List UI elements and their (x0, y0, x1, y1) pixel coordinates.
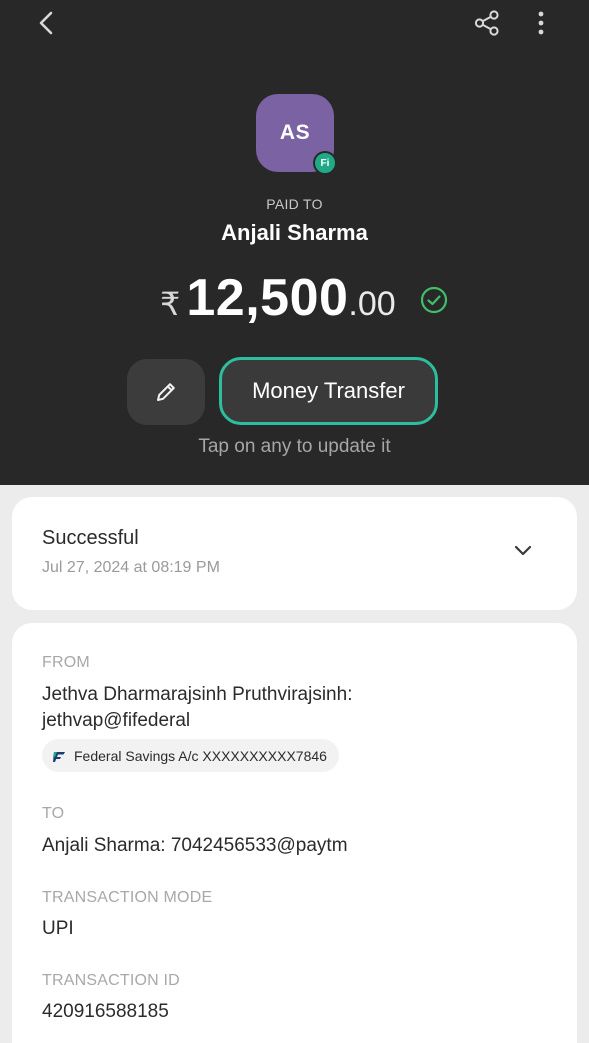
currency-symbol: ₹ (160, 286, 181, 322)
payee-name: Anjali Sharma (221, 220, 368, 245)
amount-integer: 12,500 (186, 269, 349, 327)
transaction-id-value: 420916588185 (42, 1001, 169, 1022)
from-upi-id: jethvap@fifederal (42, 710, 191, 731)
status-title: Successful (42, 527, 139, 549)
paid-to-label: PAID TO (266, 196, 323, 212)
transaction-details-card: FROM Jethva Dharmarajsinh Pruthvirajsinh… (12, 623, 577, 1043)
transaction-header: AS Fi PAID TO Anjali Sharma ₹ 12,500 .00… (0, 0, 589, 485)
check-circle-icon (420, 286, 448, 314)
amount-decimal: .00 (348, 285, 396, 323)
account-label: Federal Savings A/c XXXXXXXXXX7846 (74, 747, 327, 764)
to-value: Anjali Sharma: 7042456533@paytm (42, 835, 348, 856)
chevron-left-icon (39, 11, 53, 35)
status-card[interactable]: Successful Jul 27, 2024 at 08:19 PM (12, 497, 577, 610)
back-button[interactable] (30, 6, 64, 40)
more-options-button[interactable] (526, 6, 556, 40)
transaction-id-label: TRANSACTION ID (42, 972, 180, 989)
transaction-mode-label: TRANSACTION MODE (42, 889, 213, 906)
fi-badge-icon: Fi (313, 151, 337, 175)
from-name: Jethva Dharmarajsinh Pruthvirajsinh: (42, 684, 353, 705)
amount: ₹ 12,500 .00 (160, 268, 396, 338)
share-icon (474, 10, 499, 36)
from-label: FROM (42, 654, 90, 671)
to-label: TO (42, 805, 65, 822)
federal-bank-logo-icon (53, 751, 65, 762)
edit-note-button[interactable] (127, 359, 205, 425)
status-timestamp: Jul 27, 2024 at 08:19 PM (42, 559, 220, 576)
share-button[interactable] (470, 6, 504, 40)
account-chip: Federal Savings A/c XXXXXXXXXX7846 (42, 739, 339, 772)
more-vertical-icon (538, 11, 544, 35)
chevron-down-icon (514, 545, 532, 556)
pencil-icon (157, 383, 175, 401)
update-hint: Tap on any to update it (198, 436, 391, 457)
transaction-mode-value: UPI (42, 918, 74, 939)
category-button[interactable]: Money Transfer (219, 357, 438, 425)
